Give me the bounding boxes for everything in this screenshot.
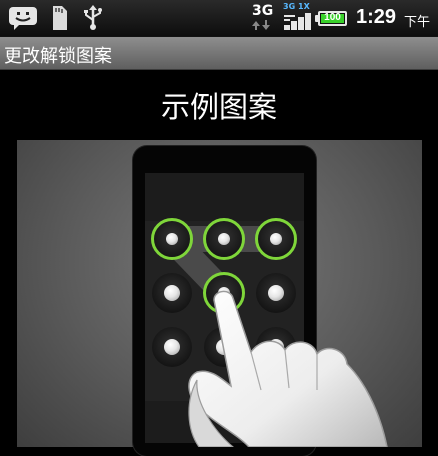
sd-card-icon[interactable]	[50, 5, 68, 31]
3g-data-icon: 3G	[250, 3, 276, 31]
pointing-hand-icon	[188, 290, 388, 447]
battery-level: 100	[324, 12, 341, 23]
signal-icon: 3G 1X	[282, 2, 312, 31]
screen-title: 更改解锁图案	[4, 46, 112, 67]
usb-icon[interactable]	[82, 5, 104, 31]
title-bar: 更改解锁图案	[0, 37, 438, 70]
example-pattern-heading: 示例图案	[160, 90, 277, 124]
clock[interactable]: 1:29	[356, 6, 396, 29]
clock-ampm: 下午	[404, 15, 431, 30]
battery-icon: 100	[318, 11, 347, 26]
status-bar: 3G 3G 1X 100 1:29 下午	[0, 0, 438, 37]
smiley-notification-icon[interactable]	[8, 5, 38, 31]
pattern-illustration	[17, 140, 422, 456]
